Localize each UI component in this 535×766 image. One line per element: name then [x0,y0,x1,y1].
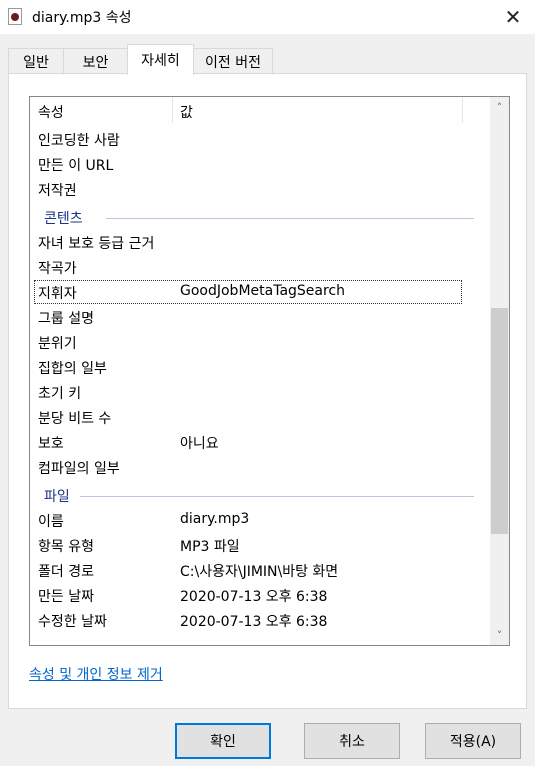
property-name: 만든 날짜 [38,589,94,605]
property-row[interactable]: 저작권 [30,177,484,202]
mp3-file-icon [8,8,22,25]
scroll-down-arrow-icon[interactable]: ˅ [490,625,509,645]
column-divider[interactable] [172,97,173,123]
property-value[interactable]: C:\사용자\JIMIN\바탕 화면 [180,561,338,581]
property-row[interactable]: 분위기 [30,330,484,355]
property-name: 이름 [38,514,64,530]
group-header: 파일 [30,483,484,508]
tab-details[interactable]: 자세히 [127,44,194,75]
cancel-button[interactable]: 취소 [304,723,400,759]
scroll-up-arrow-icon[interactable]: ˄ [490,97,509,117]
property-row[interactable]: 자녀 보호 등급 근거 [30,230,484,255]
property-row[interactable]: 분당 비트 수 [30,405,484,430]
ok-button[interactable]: 확인 [175,723,271,759]
property-row[interactable]: 만든 날짜 2020-07-13 오후 6:38 [30,583,484,608]
property-value[interactable]: MP3 파일 [180,536,240,556]
column-header-value[interactable]: 값 [180,102,193,122]
details-panel: 속성 값 인코딩한 사람만든 이 URL 저작권콘텐츠자녀 보호 등급 근거작곡가… [8,73,527,709]
property-value[interactable]: 아니요 [180,433,219,453]
property-name: 컴파일의 일부 [38,461,120,477]
group-title: 콘텐츠 [44,211,83,227]
column-header-property[interactable]: 속성 [38,102,64,122]
property-row[interactable]: 만든 이 URL [30,152,484,177]
property-row[interactable]: 폴더 경로 C:\사용자\JIMIN\바탕 화면 [30,558,484,583]
property-row[interactable]: 집합의 일부 [30,355,484,380]
title-bar: diary.mp3 속성 ✕ [0,0,535,34]
property-row[interactable]: 인코딩한 사람 [30,127,484,152]
property-list[interactable]: 속성 값 인코딩한 사람만든 이 URL 저작권콘텐츠자녀 보호 등급 근거작곡가… [29,96,510,646]
remove-properties-link[interactable]: 속성 및 개인 정보 제거 [29,664,163,684]
window-title: diary.mp3 속성 [32,10,132,26]
property-value[interactable]: GoodJobMetaTagSearch [180,283,345,299]
apply-button[interactable]: 적용(A) [425,723,521,759]
group-divider [80,496,474,497]
list-header: 속성 값 [30,97,484,123]
column-divider[interactable] [462,97,463,123]
group-divider [106,218,474,219]
tab-general[interactable]: 일반 [8,48,64,74]
property-value[interactable]: 2020-07-13 오후 6:38 [180,611,327,631]
close-button[interactable]: ✕ [491,0,535,34]
property-name: 집합의 일부 [38,361,107,377]
property-row[interactable]: 이름 diary.mp3 [30,508,484,533]
property-row[interactable]: 초기 키 [30,380,484,405]
property-row[interactable]: 항목 유형 MP3 파일 [30,533,484,558]
property-row[interactable]: 수정한 날짜 2020-07-13 오후 6:38 [30,608,484,633]
vertical-scrollbar[interactable]: ˄ ˅ [490,97,509,645]
group-header: 콘텐츠 [30,205,484,230]
property-name: 지휘자 [38,286,77,302]
property-name: 저작권 [38,183,77,199]
property-value[interactable]: diary.mp3 [180,511,249,527]
property-name: 그룹 설명 [38,311,94,327]
property-name: 자녀 보호 등급 근거 [38,236,155,252]
property-value[interactable]: 2020-07-13 오후 6:38 [180,586,327,606]
property-name: 만든 이 URL [38,158,114,174]
property-name: 분당 비트 수 [38,411,112,427]
scrollbar-thumb[interactable] [491,308,508,534]
property-name: 인코딩한 사람 [38,133,120,149]
property-name: 분위기 [38,336,77,352]
property-name: 항목 유형 [38,539,94,555]
property-name: 초기 키 [38,386,82,402]
tab-security[interactable]: 보안 [63,48,128,74]
tab-previous-versions[interactable]: 이전 버전 [193,48,273,74]
property-row[interactable]: 작곡가 [30,255,484,280]
property-row[interactable]: 그룹 설명 [30,305,484,330]
property-name: 수정한 날짜 [38,614,107,630]
property-row[interactable]: 컴파일의 일부 [30,455,484,480]
property-name: 보호 [38,436,64,452]
property-row[interactable]: 보호 아니요 [30,430,484,455]
group-title: 파일 [44,489,70,505]
property-name: 작곡가 [38,261,77,277]
property-name: 폴더 경로 [38,564,94,580]
property-row[interactable]: 지휘자 GoodJobMetaTagSearch [30,280,484,305]
